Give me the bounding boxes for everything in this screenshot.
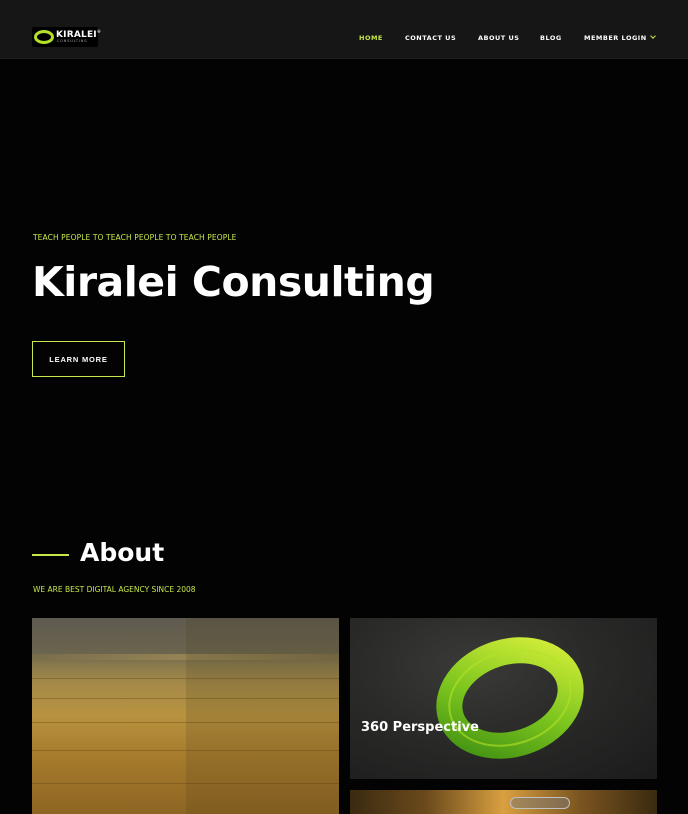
field-row <box>32 698 339 699</box>
learn-more-button[interactable]: LEARN MORE <box>32 341 125 377</box>
about-subtitle: WE ARE BEST DIGITAL AGENCY SINCE 2008 <box>33 585 196 594</box>
industrial-card[interactable] <box>350 790 657 814</box>
field-row <box>32 722 339 723</box>
perspective-card[interactable]: 360 Perspective <box>350 618 657 779</box>
green-ring-graphic <box>436 637 584 759</box>
field-shade <box>186 618 339 814</box>
field-row <box>32 750 339 751</box>
nav-member-login-label: MEMBER LOGIN <box>584 34 647 42</box>
nav-blog[interactable]: BLOG <box>540 34 562 42</box>
nav-about-us[interactable]: ABOUT US <box>478 34 519 42</box>
chevron-down-icon <box>649 33 656 39</box>
wheat-field-card[interactable] <box>32 618 339 814</box>
hero-tagline: TEACH PEOPLE TO TEACH PEOPLE TO TEACH PE… <box>33 233 237 242</box>
pill-shape <box>510 797 570 809</box>
main-nav: HOME CONTACT US ABOUT US BLOG MEMBER LOG… <box>0 33 688 44</box>
field-row <box>32 783 339 784</box>
nav-home[interactable]: HOME <box>359 34 383 42</box>
hero-title: Kiralei Consulting <box>32 258 435 306</box>
perspective-label: 360 Perspective <box>361 720 479 735</box>
nav-member-login[interactable]: MEMBER LOGIN <box>584 33 656 42</box>
about-title: About <box>80 538 165 567</box>
about-accent-line <box>32 554 69 556</box>
site-header: KIRALEI® CONSULTING HOME CONTACT US ABOU… <box>0 0 688 59</box>
field-row <box>32 678 339 679</box>
nav-contact-us[interactable]: CONTACT US <box>405 34 456 42</box>
